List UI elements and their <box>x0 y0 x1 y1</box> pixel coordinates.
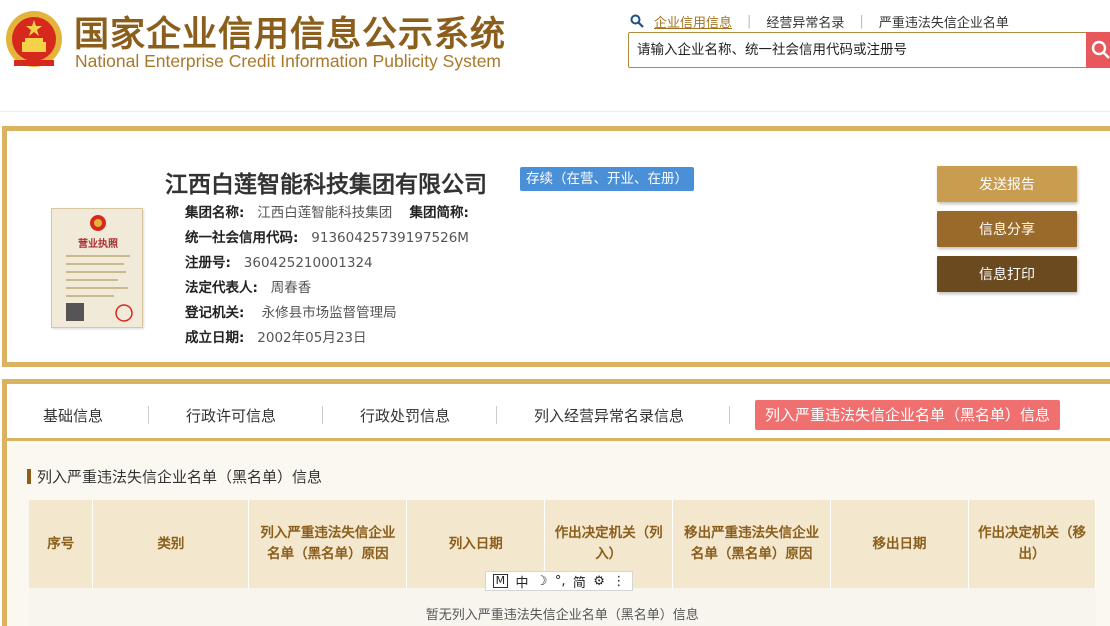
col-header-remove-reason: 移出严重违法失信企业名单（黑名单）原因 <box>672 500 832 588</box>
tab-admin-penalty[interactable]: 行政处罚信息 <box>360 402 450 430</box>
tab-basic-info[interactable]: 基础信息 <box>43 402 103 430</box>
national-emblem-icon <box>6 11 62 67</box>
license-caption: 营业执照 <box>78 237 118 250</box>
topnav-separator: | <box>747 13 752 29</box>
tab-separator <box>322 406 323 424</box>
info-row-founded: 成立日期: 2002年05月23日 <box>185 326 367 346</box>
reg-no-label: 注册号: <box>185 255 231 271</box>
topnav-abnormal-list[interactable]: 经营异常名录 <box>766 12 844 31</box>
business-license-image[interactable]: 营业执照 <box>51 208 143 328</box>
group-name-label: 集团名称: <box>185 205 245 221</box>
ime-more-icon[interactable]: ⋮ <box>612 574 625 589</box>
founded-value: 2002年05月23日 <box>257 330 367 346</box>
col-header-remove-authority: 作出决定机关（移出） <box>968 500 1096 588</box>
share-info-button[interactable]: 信息分享 <box>937 211 1077 247</box>
business-license-icon: 营业执照 <box>66 215 133 322</box>
credit-code-label: 统一社会信用代码: <box>185 230 299 246</box>
tab-admin-license[interactable]: 行政许可信息 <box>186 402 276 430</box>
empty-message: 暂无列入严重违法失信企业名单（黑名单）信息 <box>29 588 1096 626</box>
top-navigation: 企业信用信息 | 经营异常名录 | 严重违法失信企业名单 <box>630 12 1009 31</box>
ime-moon-icon[interactable]: ☽ <box>536 574 548 589</box>
section-title-bar <box>27 469 31 484</box>
site-header: 国家企业信用信息公示系统 National Enterprise Credit … <box>0 0 1110 112</box>
search-box <box>628 32 1088 68</box>
search-button[interactable] <box>1086 32 1110 68</box>
table-row: 暂无列入严重违法失信企业名单（黑名单）信息 <box>29 588 1096 626</box>
col-header-category: 类别 <box>92 500 250 588</box>
tab-separator <box>496 406 497 424</box>
topnav-separator: | <box>859 13 864 29</box>
ime-settings-icon[interactable]: ⚙ <box>593 574 605 589</box>
reg-no-value: 360425210001324 <box>243 255 373 271</box>
company-name: 江西白莲智能科技集团有限公司 <box>165 172 487 198</box>
legal-rep-label: 法定代表人: <box>185 280 258 296</box>
topnav-enterprise-credit[interactable]: 企业信用信息 <box>654 12 732 31</box>
authority-label: 登记机关: <box>185 305 245 321</box>
group-name-value: 江西白莲智能科技集团 <box>257 205 393 221</box>
section-title-text: 列入严重违法失信企业名单（黑名单）信息 <box>37 468 323 486</box>
tab-blacklist[interactable]: 列入严重违法失信企业名单（黑名单）信息 <box>755 400 1061 430</box>
info-row-reg-no: 注册号: 360425210001324 <box>185 251 373 271</box>
search-icon <box>630 14 644 28</box>
ime-toolbar[interactable]: M 中 ☽ °, 简 ⚙ ⋮ <box>485 571 633 591</box>
blacklist-table: 序号 类别 列入严重违法失信企业名单（黑名单）原因 列入日期 作出决定机关（列入… <box>29 500 1096 626</box>
site-title-en: National Enterprise Credit Information P… <box>75 51 502 71</box>
search-icon <box>1091 40 1110 59</box>
ime-simplified-toggle[interactable]: 简 <box>573 572 586 591</box>
info-row-authority: 登记机关: 永修县市场监督管理局 <box>185 301 397 321</box>
tab-separator <box>729 406 730 424</box>
tab-separator <box>148 406 149 424</box>
info-row-group-name: 集团名称: 江西白莲智能科技集团 集团简称: <box>185 201 469 221</box>
print-info-button[interactable]: 信息打印 <box>937 256 1077 292</box>
col-header-add-reason: 列入严重违法失信企业名单（黑名单）原因 <box>248 500 408 588</box>
send-report-button[interactable]: 发送报告 <box>937 166 1077 202</box>
ime-mode-icon[interactable]: M <box>492 574 509 588</box>
company-info-panel: 营业执照 江西白莲智能科技集团有限公司 存续（在营、开业、在册） 集团名称: 江… <box>2 126 1110 367</box>
info-row-legal-rep: 法定代表人: 周春香 <box>185 276 311 296</box>
topnav-blacklist[interactable]: 严重违法失信企业名单 <box>879 12 1009 31</box>
status-badge: 存续（在营、开业、在册） <box>520 167 694 191</box>
search-input[interactable] <box>629 33 1088 67</box>
authority-value: 永修县市场监督管理局 <box>261 305 397 321</box>
ime-punctuation-toggle[interactable]: °, <box>555 574 566 589</box>
info-row-credit-code: 统一社会信用代码: 91360425739197526M <box>185 226 469 246</box>
site-title-cn: 国家企业信用信息公示系统 <box>74 15 507 55</box>
tabs-bar: 基础信息 行政许可信息 行政处罚信息 列入经营异常名录信息 列入严重违法失信企业… <box>7 384 1110 441</box>
col-header-remove-date: 移出日期 <box>830 500 969 588</box>
tab-abnormal-list[interactable]: 列入经营异常名录信息 <box>534 402 684 430</box>
legal-rep-value: 周春香 <box>270 280 312 296</box>
group-short-label: 集团简称: <box>409 205 469 221</box>
credit-code-value: 91360425739197526M <box>311 230 469 246</box>
col-header-index: 序号 <box>29 500 94 588</box>
founded-label: 成立日期: <box>185 330 245 346</box>
section-title: 列入严重违法失信企业名单（黑名单）信息 <box>27 466 322 487</box>
ime-chinese-toggle[interactable]: 中 <box>516 572 529 591</box>
